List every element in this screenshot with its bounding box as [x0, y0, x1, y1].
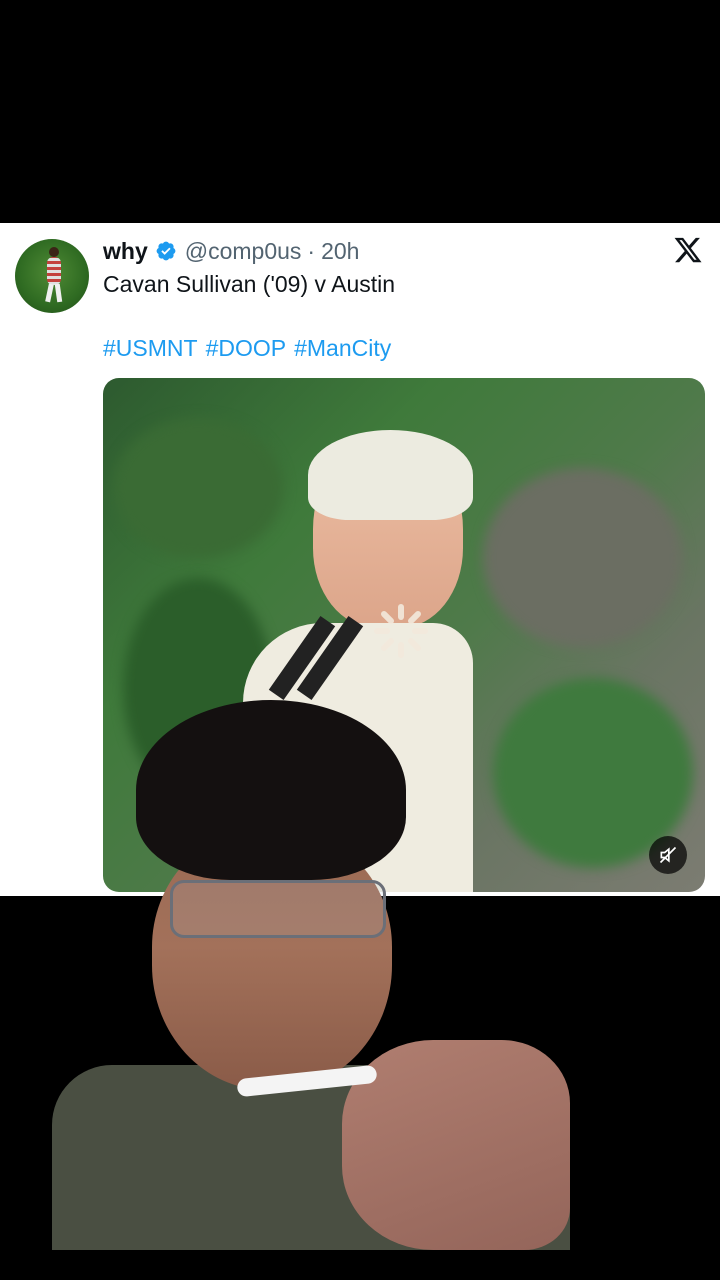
avatar-figure-head [49, 247, 59, 257]
hashtag-link[interactable]: #DOOP [206, 335, 287, 362]
x-logo-icon[interactable] [673, 235, 703, 265]
hashtag-link[interactable]: #USMNT [103, 335, 198, 362]
webcam-overlay [52, 700, 570, 1250]
crowd-blur [483, 468, 683, 648]
mute-button[interactable] [649, 836, 687, 874]
muted-speaker-icon [659, 846, 677, 864]
avatar-figure-leg [45, 283, 54, 303]
timestamp[interactable]: 20h [321, 238, 359, 265]
player-hair [308, 430, 473, 520]
user-handle[interactable]: @comp0us [185, 238, 302, 265]
hashtag-link[interactable]: #ManCity [294, 335, 391, 362]
verified-badge-icon [156, 241, 176, 261]
tweet-header: why @comp0us · 20h [103, 237, 359, 265]
tweet-text: Cavan Sullivan ('09) v Austin [103, 271, 396, 297]
separator-dot: · [307, 237, 316, 264]
avatar-figure-leg [54, 283, 63, 303]
display-name[interactable]: why [103, 238, 148, 265]
hashtag-list: #USMNT #DOOP #ManCity [103, 335, 391, 362]
avatar[interactable] [15, 239, 89, 313]
avatar-figure-body [47, 257, 61, 285]
crowd-blur [113, 418, 283, 558]
webcam-hair [136, 700, 406, 880]
loading-spinner-icon [374, 604, 428, 658]
webcam-glasses [170, 880, 386, 938]
